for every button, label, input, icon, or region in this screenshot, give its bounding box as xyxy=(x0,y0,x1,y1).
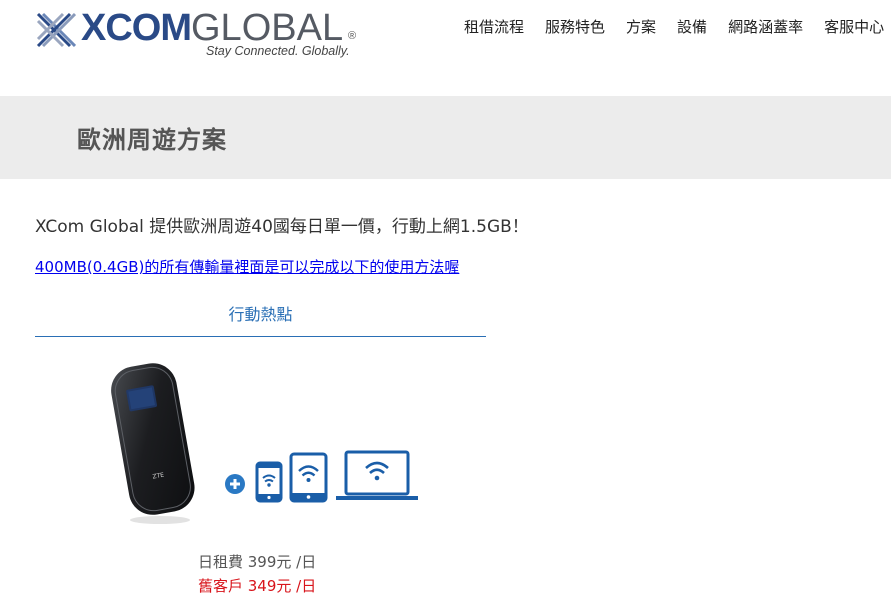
logo-registered-mark: ® xyxy=(348,30,357,42)
page-title: 歐洲周遊方案 xyxy=(77,126,227,154)
nav-item-service-features[interactable]: 服務特色 xyxy=(545,16,605,38)
tablet-wifi-icon xyxy=(289,452,328,503)
smartphone-wifi-icon xyxy=(255,461,283,503)
nav-item-support[interactable]: 客服中心 xyxy=(824,16,884,38)
main-nav: 租借流程 服務特色 方案 設備 網路涵蓋率 客服中心 xyxy=(464,16,891,38)
nav-item-devices[interactable]: 設備 xyxy=(677,16,707,38)
mobile-hotspot-device-icon: ZTE xyxy=(111,363,195,524)
logo-tagline: Stay Connected. Globally. xyxy=(206,44,350,58)
connected-devices-icons xyxy=(225,450,418,503)
tab-label: 行動熱點 xyxy=(228,305,293,324)
usage-info-link[interactable]: 400MB(0.4GB)的所有傳輸量裡面是可以完成以下的使用方法喔 xyxy=(35,256,459,277)
returning-customer-price: 舊客戶 349元 /日 xyxy=(198,577,317,595)
laptop-wifi-icon xyxy=(336,450,418,500)
xcom-logo-mark-icon xyxy=(36,12,76,48)
site-header: XCOMGLOBAL ® Stay Connected. Globally. 租… xyxy=(0,0,891,96)
tab-mobile-hotspot[interactable]: 行動熱點 xyxy=(35,298,486,337)
logo-wordmark: XCOMGLOBAL xyxy=(81,7,344,49)
site-logo[interactable]: XCOMGLOBAL ® Stay Connected. Globally. xyxy=(36,7,376,66)
nav-item-rental-process[interactable]: 租借流程 xyxy=(464,16,524,38)
plus-icon xyxy=(225,474,245,494)
nav-item-coverage[interactable]: 網路涵蓋率 xyxy=(728,16,803,38)
daily-rental-price: 日租費 399元 /日 xyxy=(198,553,317,571)
page-banner: 歐洲周遊方案 xyxy=(0,96,891,179)
intro-text: XCom Global 提供歐洲周遊40國每日單一價，行動上網1.5GB！ xyxy=(35,217,529,237)
nav-item-plans[interactable]: 方案 xyxy=(626,16,656,38)
